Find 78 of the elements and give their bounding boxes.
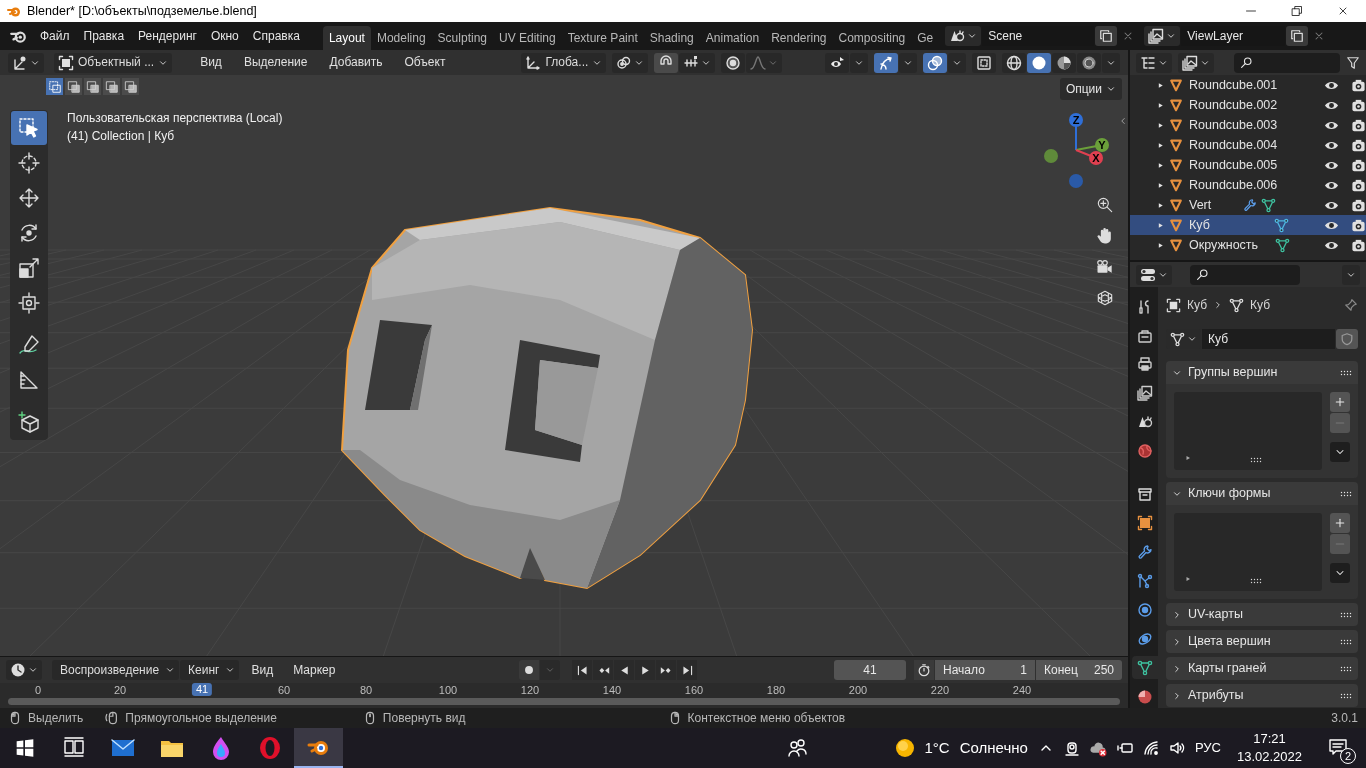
outliner-row[interactable]: Куб [1130,215,1366,235]
outliner-row[interactable]: Roundcube.006 [1130,175,1366,195]
frame-number: 160 [684,684,704,698]
frame-number: 140 [602,684,622,698]
menu-dropdown[interactable]: Воспроизведение [52,660,180,680]
outliner-row[interactable]: Vert [1130,195,1366,215]
hint-text: Контекстное меню объектов [687,710,846,726]
menu-item[interactable]: Справка [245,25,307,47]
frame-number: 220 [930,684,950,698]
mesh-data-name: Куб [1250,297,1270,313]
frame-number: 200 [848,684,868,698]
axis-handle[interactable]: Z [1069,113,1083,151]
menu-item[interactable]: Вид [192,55,230,70]
start-frame-field[interactable]: Начало 1 [935,660,1035,680]
view-name: Пользовательская перспектива (Local) [67,111,283,125]
workspace-tab[interactable]: Texture Paint [561,25,644,50]
clock-date[interactable]: 13.02.2022 [1236,748,1302,766]
frame-number: 240 [1012,684,1032,698]
workspace-tab[interactable]: Animation [699,25,766,50]
panel-header[interactable]: Атрибуты [1166,684,1358,708]
outliner-row[interactable]: Roundcube.003 [1130,115,1366,135]
options-dropdown[interactable]: Опции [1059,78,1122,100]
frame-number: 0 [34,684,42,698]
frame-number: 180 [766,684,786,698]
object-name: Куб [1187,297,1207,313]
workspace-tab[interactable]: Shading [643,25,700,50]
panel-header[interactable]: UV-карты [1166,603,1358,627]
axis-handle[interactable]: Y [1075,138,1109,152]
menu-item[interactable]: Вид [243,662,282,678]
menu-item[interactable]: Рендеринг [131,25,204,47]
outliner-row[interactable]: Окружность [1130,235,1366,255]
axis-handle[interactable]: X [1075,149,1103,165]
panel-header[interactable]: Цвета вершин [1166,630,1358,654]
hint-text: Выделить [28,710,84,726]
outliner-row[interactable]: Roundcube.001 [1130,75,1366,95]
panel-header[interactable]: Карты граней [1166,657,1358,681]
menu-item[interactable]: Файл [33,25,77,47]
outliner-row[interactable]: Roundcube.004 [1130,135,1366,155]
panel-header[interactable]: Ключи формы [1166,482,1358,506]
menu-item[interactable]: Правка [76,25,132,47]
panel-header[interactable]: Группы вершин [1166,361,1358,385]
workspace-tab[interactable]: Sculpting [431,25,493,50]
workspace-tab[interactable]: Rendering [765,25,833,50]
menu-item[interactable]: Выделение [235,55,316,70]
version-label: 3.0.1 [1331,710,1358,726]
temperature-label: 1°C [924,739,950,757]
workspace-tab[interactable]: Ge [911,25,940,50]
notification-count: 2 [1340,748,1356,764]
weather-label: Солнечно [959,739,1028,757]
menu-dropdown[interactable]: Кеинг [180,660,240,680]
workspace-tab[interactable]: Layout [322,25,371,50]
current-frame-marker[interactable]: 41 [191,683,213,697]
current-frame-field[interactable]: 41 [834,660,906,680]
workspace-tab[interactable]: Compositing [832,25,912,50]
orientation-dropdown[interactable]: Глоба... [521,52,607,73]
workspace-tab[interactable]: Modeling [370,25,432,50]
frame-number: 60 [277,684,291,698]
menu-item[interactable]: Объект [396,55,454,70]
hint-text: Прямоугольное выделение [125,710,277,726]
mesh-name-field[interactable]: Куб [1202,329,1335,350]
language-indicator[interactable]: РУС [1194,740,1221,756]
frame-number: 120 [520,684,540,698]
clock-time[interactable]: 17:21 [1253,730,1286,748]
outliner-row[interactable]: Roundcube.005 [1130,155,1366,175]
mode-dropdown[interactable]: Объектный ... [54,52,173,73]
frame-number: 20 [113,684,127,698]
menu-item[interactable]: Маркер [285,662,344,678]
workspace-tab[interactable]: UV Editing [493,25,562,50]
menu-item[interactable]: Добавить [321,55,391,70]
end-frame-field[interactable]: Конец 250 [1036,660,1122,680]
collection-label: (41) Collection | Куб [67,129,175,143]
outliner-row[interactable]: Roundcube.002 [1130,95,1366,115]
frame-number: 80 [359,684,373,698]
notifications-button[interactable]: 2 [1318,728,1358,768]
hint-text: Повернуть вид [382,710,466,726]
window-title: Blender* [D:\объекты\подземелье.blend] [27,3,257,19]
menu-item[interactable]: Окно [203,25,246,47]
frame-number: 100 [438,684,458,698]
